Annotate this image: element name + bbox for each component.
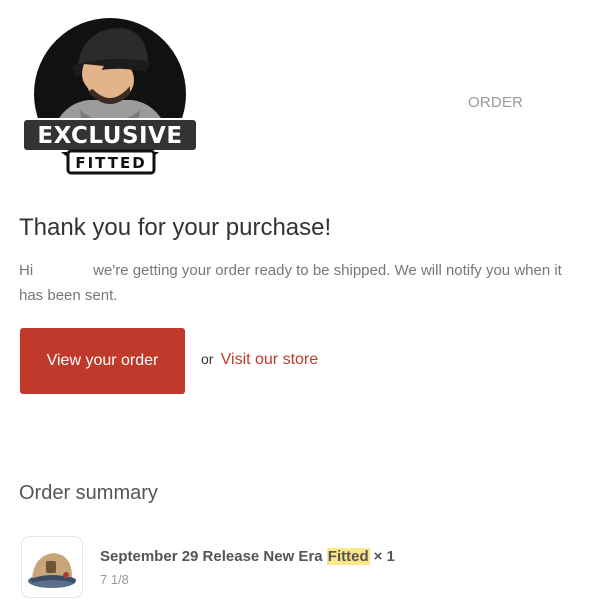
greeting: Hi	[19, 262, 34, 279]
order-summary-title: Order summary	[19, 482, 158, 504]
visit-store-link[interactable]: Visit our store	[221, 351, 319, 368]
product-variant: 7 1/8	[100, 572, 129, 587]
order-message: Hi we're getting your order ready to be s…	[19, 258, 579, 308]
order-label: ORDER	[468, 94, 524, 111]
store-logo: EXCLUSIVE FITTED	[18, 14, 202, 184]
product-thumbnail	[21, 536, 83, 598]
message-body: we're getting your order ready to be shi…	[19, 262, 562, 304]
logo-text-bottom: FITTED	[75, 154, 146, 172]
product-name-prefix: September 29 Release New Era	[100, 548, 323, 565]
page-title: Thank you for your purchase!	[19, 214, 332, 241]
product-quantity: × 1	[373, 548, 395, 565]
view-order-button[interactable]: View your order	[20, 328, 185, 394]
or-text: or	[201, 351, 214, 367]
product-name: September 29 Release New Era Fitted × 1	[100, 548, 395, 565]
store-link-group: or Visit our store	[201, 351, 318, 369]
product-name-highlight: Fitted	[326, 548, 370, 565]
logo-text-top: EXCLUSIVE	[37, 123, 182, 149]
